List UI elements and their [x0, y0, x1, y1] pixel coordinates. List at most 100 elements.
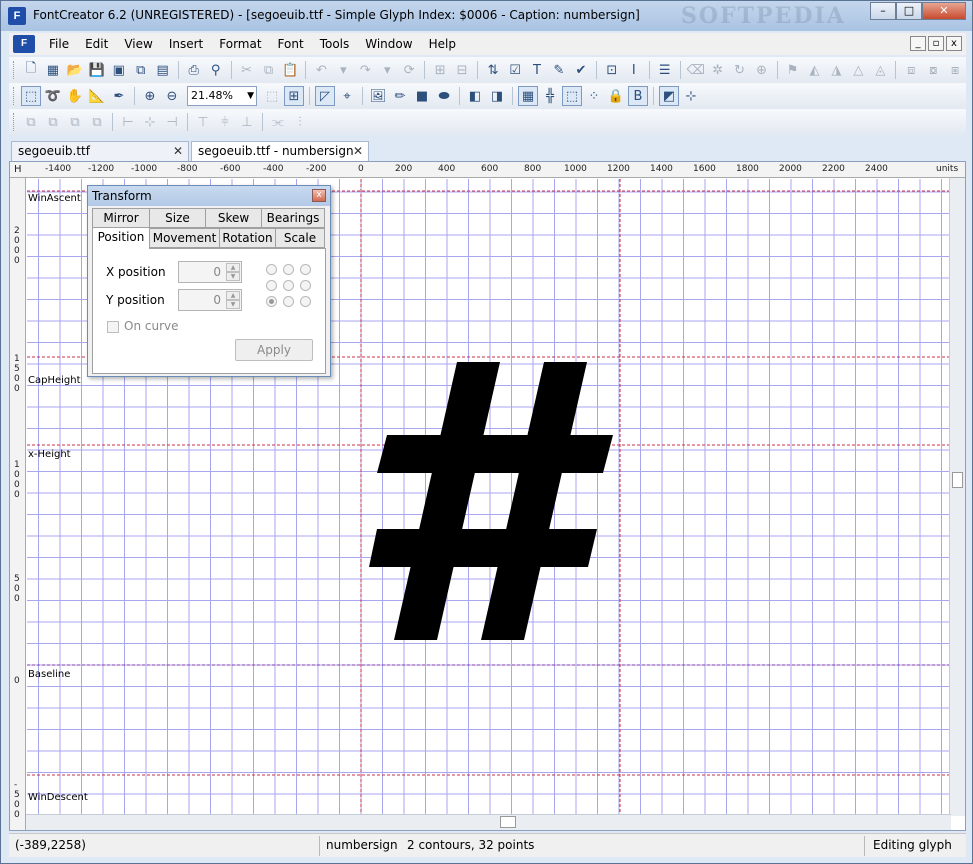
tab-size[interactable]: Size — [149, 208, 206, 228]
anchor-middle-left-radio[interactable] — [266, 280, 277, 291]
group-icon[interactable]: ⧉ — [21, 112, 41, 132]
rotate-icon[interactable]: ↻ — [730, 60, 750, 80]
undo-icon[interactable]: ↶ — [311, 60, 331, 80]
text-icon[interactable]: T — [527, 60, 547, 80]
save-copy-icon[interactable]: ⧉ — [131, 60, 151, 80]
anchor-top-right-radio[interactable] — [300, 264, 311, 275]
menu-window[interactable]: Window — [357, 33, 420, 55]
validate-icon[interactable]: ☑ — [505, 60, 525, 80]
save-all-icon[interactable]: ▣ — [109, 60, 129, 80]
maximize-button[interactable]: □ — [896, 2, 922, 20]
vertical-scrollbar[interactable] — [949, 178, 965, 816]
chevron-down-icon[interactable]: ▼ — [247, 87, 254, 105]
anchor-bottom-right-radio[interactable] — [300, 296, 311, 307]
grid-icon[interactable]: ▦ — [518, 86, 538, 106]
document-icon[interactable]: F — [13, 35, 35, 53]
copy-icon[interactable]: ⧉ — [259, 60, 279, 80]
send-back-icon[interactable]: ⧉ — [87, 112, 107, 132]
align-bottom-icon[interactable]: ⊥ — [237, 112, 257, 132]
tab-rotation[interactable]: Rotation — [219, 228, 276, 248]
close-icon[interactable]: ✕ — [353, 142, 363, 160]
anchor-top-center-radio[interactable] — [283, 264, 294, 275]
doc-close-button[interactable]: x — [946, 36, 962, 51]
y-position-field[interactable]: 0 ▲ ▼ — [178, 289, 242, 311]
dialog-title-bar[interactable]: Transform x — [88, 186, 330, 206]
rectangle-select-icon[interactable]: ⬚ — [21, 86, 41, 106]
close-icon[interactable]: ✕ — [173, 142, 183, 160]
sparkle-icon[interactable]: ✲ — [708, 60, 728, 80]
horizontal-scrollbar[interactable] — [26, 814, 951, 830]
triangle-icon[interactable]: △ — [848, 60, 868, 80]
scroll-thumb[interactable] — [952, 472, 963, 488]
title-bar[interactable]: F FontCreator 6.2 (UNREGISTERED) - [sego… — [1, 1, 972, 31]
combine-icon[interactable]: ⧈ — [901, 60, 921, 80]
distribute-vertical-icon[interactable]: ⫶ — [290, 112, 310, 132]
intersect-icon[interactable]: ⧆ — [945, 60, 965, 80]
node-icon[interactable]: ⌖ — [337, 86, 357, 106]
spin-up-icon[interactable]: ▲ — [226, 263, 240, 272]
anchor-top-left-radio[interactable] — [266, 264, 277, 275]
glyph-properties-icon[interactable]: ☰ — [655, 60, 675, 80]
sort-icon[interactable]: ⇅ — [483, 60, 503, 80]
menu-format[interactable]: Format — [211, 33, 269, 55]
tab-mirror[interactable]: Mirror — [92, 208, 150, 228]
new-file-icon[interactable]: 🗋 — [21, 60, 41, 80]
triangle-right-icon[interactable]: ◮ — [826, 60, 846, 80]
align-top-icon[interactable]: ⊤ — [193, 112, 213, 132]
outline-icon[interactable]: ◩ — [659, 86, 679, 106]
insert-glyph-icon[interactable]: ⊞ — [430, 60, 450, 80]
toolbar-grip[interactable] — [13, 87, 16, 105]
tab-font[interactable]: segoeuib.ttf ✕ — [11, 141, 189, 161]
anchor-middle-right-radio[interactable] — [300, 280, 311, 291]
tab-glyph[interactable]: segoeuib.ttf - numbersign ✕ — [191, 141, 369, 162]
menu-help[interactable]: Help — [421, 33, 464, 55]
align-right-icon[interactable]: ⊣ — [162, 112, 182, 132]
previous-glyph-icon[interactable]: ◧ — [465, 86, 485, 106]
apply-button[interactable]: Apply — [235, 339, 313, 361]
merge-icon[interactable]: ⊕ — [752, 60, 772, 80]
cut-icon[interactable]: ✂ — [237, 60, 257, 80]
tab-skew[interactable]: Skew — [205, 208, 262, 228]
anchor-bottom-center-radio[interactable] — [283, 296, 294, 307]
hand-icon[interactable]: ✋ — [65, 86, 85, 106]
x-position-field[interactable]: 0 ▲ ▼ — [178, 261, 242, 283]
zoom-select[interactable]: 21.48% ▼ — [187, 86, 257, 106]
toolbar-grip[interactable] — [13, 61, 16, 79]
open-project-icon[interactable]: ▤ — [153, 60, 173, 80]
save-icon[interactable]: 💾 — [87, 60, 107, 80]
print-icon[interactable]: ⎙ — [184, 60, 204, 80]
image-icon[interactable]: 🖼 — [368, 86, 388, 106]
diagonal-icon[interactable]: ◸ — [315, 86, 335, 106]
app-logo-icon[interactable]: F — [8, 7, 26, 25]
insert-characters-icon[interactable]: ⊟ — [452, 60, 472, 80]
ellipse-icon[interactable]: ⬬ — [434, 86, 454, 106]
menu-tools[interactable]: Tools — [312, 33, 358, 55]
redo-dropdown-icon[interactable]: ▾ — [377, 60, 397, 80]
transform-icon[interactable]: ⊹ — [681, 86, 701, 106]
autohint-icon[interactable]: ✎ — [549, 60, 569, 80]
eraser-icon[interactable]: ⌫ — [686, 60, 706, 80]
spin-down-icon[interactable]: ▼ — [226, 300, 240, 309]
menu-file[interactable]: File — [41, 33, 77, 55]
toolbar-grip[interactable] — [13, 113, 16, 131]
tab-bearings[interactable]: Bearings — [261, 208, 325, 228]
spin-up-icon[interactable]: ▲ — [226, 291, 240, 300]
check-icon[interactable]: ✔ — [571, 60, 591, 80]
on-curve-checkbox[interactable] — [107, 321, 119, 333]
flag-icon[interactable]: ⚑ — [783, 60, 803, 80]
bring-front-icon[interactable]: ⧉ — [65, 112, 85, 132]
find-icon[interactable]: ⚲ — [206, 60, 226, 80]
zoom-out-icon[interactable]: ⊖ — [162, 86, 182, 106]
pen-icon[interactable]: ✒ — [109, 86, 129, 106]
ungroup-icon[interactable]: ⧉ — [43, 112, 63, 132]
menu-font[interactable]: Font — [270, 33, 312, 55]
doc-minimize-button[interactable]: _ — [910, 36, 926, 51]
close-icon[interactable]: x — [312, 189, 326, 202]
undo-dropdown-icon[interactable]: ▾ — [333, 60, 353, 80]
paste-icon[interactable]: 📋 — [280, 60, 300, 80]
close-button[interactable]: ✕ — [922, 2, 966, 20]
align-center-icon[interactable]: ⊹ — [140, 112, 160, 132]
triangle-outline-icon[interactable]: ◬ — [870, 60, 890, 80]
scroll-thumb[interactable] — [500, 816, 516, 828]
lock-icon[interactable]: 🔒 — [606, 86, 626, 106]
